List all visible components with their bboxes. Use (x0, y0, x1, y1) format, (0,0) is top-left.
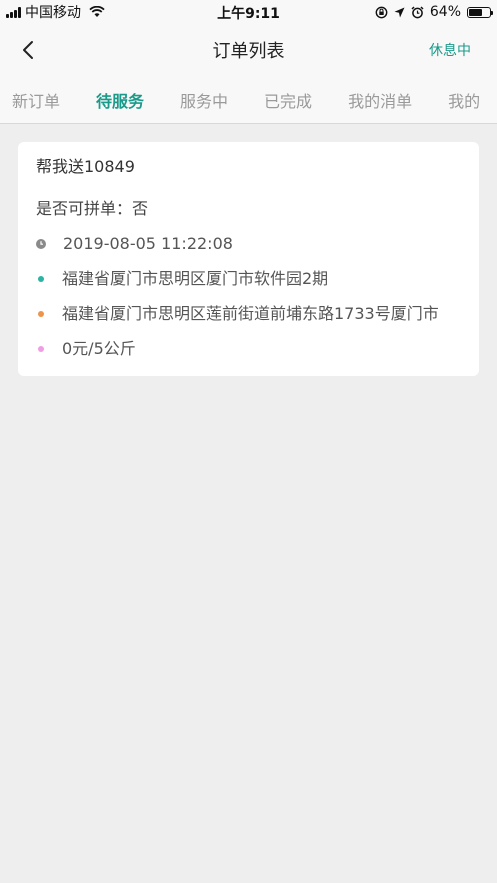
nav-bar: 订单列表 休息中 (0, 24, 497, 76)
price-row: 0元/5公斤 (36, 338, 461, 360)
pickup-address: 福建省厦门市思明区厦门市软件园2期 (62, 269, 329, 288)
status-bar: 中国移动 上午9:11 64% (0, 0, 497, 24)
orientation-lock-icon (375, 6, 388, 18)
rest-status-button[interactable]: 休息中 (429, 40, 471, 60)
alarm-icon (411, 5, 424, 18)
carrier-label: 中国移动 (25, 5, 81, 21)
order-time: 2019-08-05 11:22:08 (63, 234, 233, 253)
battery-icon (467, 6, 493, 18)
header-area: 中国移动 上午9:11 64% 订单列表 休息中 新订单 待服务 服务中 已完成… (0, 0, 497, 124)
page-title: 订单列表 (212, 41, 285, 62)
price-dot-icon (38, 346, 44, 352)
tab-my-more[interactable]: 我的 (448, 88, 480, 112)
tab-in-service[interactable]: 服务中 (180, 88, 228, 112)
order-time-row: 2019-08-05 11:22:08 (36, 233, 461, 255)
battery-fill (469, 8, 482, 16)
clock-icon (36, 239, 46, 249)
tab-my-cancellations[interactable]: 我的消单 (348, 88, 412, 112)
pickup-row: 福建省厦门市思明区厦门市软件园2期 (36, 268, 461, 290)
pickup-dot-icon (38, 276, 44, 282)
tab-completed[interactable]: 已完成 (264, 88, 312, 112)
chevron-left-icon (23, 41, 33, 59)
status-right: 64% (375, 4, 493, 20)
price-weight: 0元/5公斤 (62, 339, 136, 358)
back-button[interactable] (0, 24, 60, 76)
tab-new-orders[interactable]: 新订单 (12, 88, 60, 112)
order-title: 帮我送10849 (36, 157, 135, 176)
dropoff-dot-icon (38, 311, 44, 317)
dropoff-address: 福建省厦门市思明区莲前街道前埔东路1733号厦门市 (62, 304, 439, 323)
order-tabs: 新订单 待服务 服务中 已完成 我的消单 我的 (0, 76, 497, 124)
location-icon (394, 7, 405, 17)
tab-pending-service[interactable]: 待服务 (96, 88, 144, 112)
battery-percent: 64% (429, 4, 461, 20)
status-left: 中国移动 (6, 2, 105, 22)
dropoff-row: 福建省厦门市思明区莲前街道前埔东路1733号厦门市 (36, 303, 461, 325)
combinable-status: 是否可拼单：否 (36, 199, 149, 218)
order-card[interactable]: 帮我送10849 是否可拼单：否 2019-08-05 11:22:08 福建省… (18, 142, 479, 376)
wifi-icon (89, 6, 105, 17)
signal-icon (6, 6, 21, 18)
